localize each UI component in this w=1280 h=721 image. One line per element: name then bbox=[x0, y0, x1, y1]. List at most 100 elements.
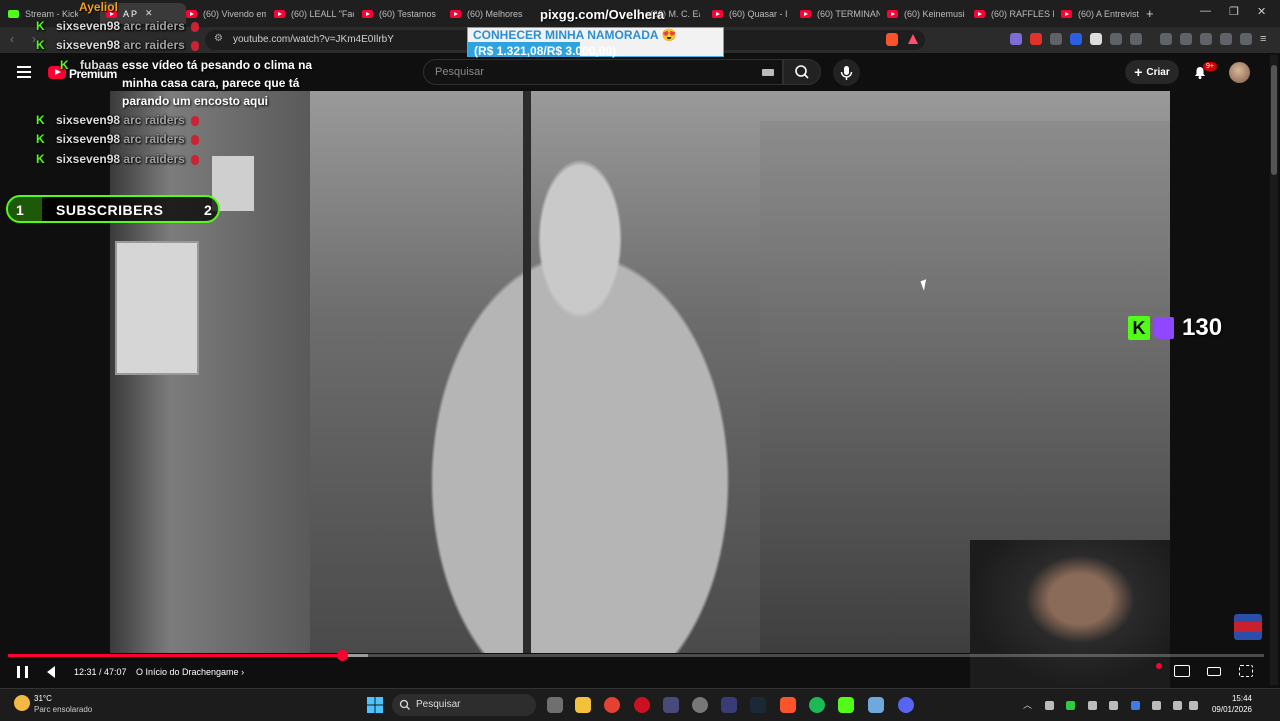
keyboard-icon[interactable] bbox=[762, 69, 774, 76]
search-icon bbox=[795, 65, 809, 79]
media-icon[interactable] bbox=[1160, 33, 1172, 45]
taskbar-search[interactable]: Pesquisar bbox=[392, 694, 536, 716]
chapter-title[interactable]: O Início do Drachengame › bbox=[136, 667, 244, 677]
search-button[interactable] bbox=[783, 59, 821, 85]
tray-icon[interactable] bbox=[1066, 701, 1075, 710]
youtube-icon bbox=[1061, 9, 1072, 18]
volume-tray-icon[interactable] bbox=[1189, 701, 1198, 710]
url-text[interactable]: youtube.com/watch?v=JKm4E0IlrbY bbox=[233, 34, 394, 45]
extension-icon[interactable] bbox=[1130, 33, 1142, 45]
video-progress-bar[interactable] bbox=[8, 650, 1264, 661]
tab-label: (60) Vivendo em bbox=[203, 8, 266, 19]
hamburger-menu-icon[interactable] bbox=[17, 66, 31, 78]
badge-icon bbox=[190, 134, 199, 145]
extensions-puzzle-icon[interactable] bbox=[1110, 33, 1122, 45]
spotify-icon[interactable] bbox=[809, 697, 825, 713]
taskbar-time[interactable]: 15:44 bbox=[1210, 694, 1252, 703]
extension-icon[interactable] bbox=[1050, 33, 1062, 45]
taskbar-date[interactable]: 09/01/2026 bbox=[1200, 705, 1252, 714]
browser-tab[interactable]: (60) Keinemusi bbox=[887, 3, 967, 24]
progress-played bbox=[8, 654, 343, 657]
tab-label: (60) Testamos bbox=[379, 8, 436, 19]
back-icon[interactable]: ‹ bbox=[10, 32, 14, 46]
fullscreen-icon[interactable] bbox=[1239, 665, 1253, 677]
steam-icon[interactable] bbox=[750, 697, 766, 713]
progress-scrubber[interactable] bbox=[337, 650, 349, 661]
scrollbar-thumb[interactable] bbox=[1271, 65, 1277, 175]
volume-icon[interactable] bbox=[47, 666, 55, 678]
extension-icon[interactable] bbox=[1030, 33, 1042, 45]
app-icon[interactable] bbox=[692, 697, 708, 713]
youtube-icon bbox=[712, 9, 723, 18]
microphone-tray-icon[interactable] bbox=[1152, 701, 1161, 710]
close-tab-icon[interactable]: ✕ bbox=[145, 8, 153, 19]
search-input[interactable]: Pesquisar bbox=[423, 59, 783, 85]
youtube-icon bbox=[362, 9, 373, 18]
chat-message: arc raiders bbox=[123, 152, 185, 166]
opera-icon[interactable] bbox=[634, 697, 650, 713]
close-window-icon[interactable]: ✕ bbox=[1257, 5, 1266, 18]
tray-icon[interactable] bbox=[1109, 701, 1118, 710]
tray-chevron-icon[interactable]: ︿ bbox=[1023, 698, 1032, 710]
browser-tab[interactable]: (60) TERMINAN bbox=[800, 3, 880, 24]
windows-start-icon[interactable] bbox=[367, 697, 383, 713]
chat-user: sixseven98 bbox=[56, 19, 121, 33]
network-icon[interactable] bbox=[1173, 701, 1182, 710]
extension-icon[interactable] bbox=[1090, 33, 1102, 45]
extension-icon[interactable] bbox=[1010, 33, 1022, 45]
wallet-icon[interactable] bbox=[1200, 33, 1212, 45]
pix-donation-label: pixgg.com/Ovelhera bbox=[540, 7, 665, 22]
site-info-icon[interactable]: ⚙ bbox=[214, 33, 223, 44]
brave-rewards-icon[interactable] bbox=[908, 34, 918, 44]
minimize-icon[interactable]: — bbox=[1200, 5, 1211, 17]
vpn-icon[interactable] bbox=[1240, 33, 1252, 45]
browser-tab[interactable]: (60) A Entrevist bbox=[1061, 3, 1141, 24]
discord-icon[interactable] bbox=[898, 697, 914, 713]
sidebar-icon[interactable] bbox=[1180, 33, 1192, 45]
file-explorer-icon[interactable] bbox=[575, 697, 591, 713]
leo-ai-icon[interactable] bbox=[1220, 33, 1232, 45]
browser-tab[interactable]: (60) Melhores bbox=[450, 3, 530, 24]
task-view-icon[interactable] bbox=[547, 697, 563, 713]
browser-tab[interactable]: (60) LEALL "Faç bbox=[274, 3, 354, 24]
tray-icon[interactable] bbox=[1045, 701, 1054, 710]
theater-mode-icon[interactable] bbox=[1207, 667, 1221, 676]
youtube-icon bbox=[974, 9, 985, 18]
weather-condition[interactable]: Parc ensolarado bbox=[34, 705, 92, 714]
menu-icon[interactable]: ≡ bbox=[1260, 33, 1272, 45]
chrome-icon[interactable] bbox=[604, 697, 620, 713]
tab-label: (60) TERMINAN bbox=[817, 8, 880, 19]
kick-icon: K bbox=[36, 38, 45, 52]
app-icon[interactable] bbox=[721, 697, 737, 713]
tab-label: (60) RAFFLES D bbox=[991, 8, 1054, 19]
browser-tab[interactable]: (60) Quasar - I bbox=[712, 3, 792, 24]
avatar[interactable] bbox=[1229, 62, 1250, 83]
bluetooth-icon[interactable] bbox=[1131, 701, 1140, 710]
maximize-icon[interactable]: ❐ bbox=[1229, 5, 1239, 18]
browser-tab[interactable]: (60) RAFFLES D bbox=[974, 3, 1054, 24]
search-icon bbox=[399, 699, 410, 710]
subscribers-label: SUBSCRIBERS bbox=[56, 202, 164, 218]
notepad-icon[interactable] bbox=[868, 697, 884, 713]
page-scrollbar[interactable] bbox=[1270, 55, 1278, 685]
browser-tab[interactable]: (60) Testamos bbox=[362, 3, 442, 24]
badge-icon bbox=[190, 21, 199, 32]
app-icon[interactable] bbox=[663, 697, 679, 713]
taskbar-search-label: Pesquisar bbox=[416, 699, 461, 710]
pause-button[interactable] bbox=[17, 666, 28, 678]
voice-search-button[interactable] bbox=[833, 59, 860, 86]
weather-sun-icon[interactable] bbox=[14, 695, 30, 711]
chat-line: Ksixseven98 arc raiders bbox=[36, 132, 199, 146]
temperature[interactable]: 31°C bbox=[34, 694, 52, 703]
viewer-count: 130 bbox=[1182, 314, 1223, 341]
kick-app-icon[interactable] bbox=[838, 697, 854, 713]
streamer-webcam bbox=[970, 540, 1170, 688]
miniplayer-icon[interactable] bbox=[1174, 665, 1190, 677]
create-button[interactable]: + Criar bbox=[1125, 60, 1179, 84]
tray-icon[interactable] bbox=[1088, 701, 1097, 710]
extension-icon[interactable] bbox=[1070, 33, 1082, 45]
brave-shield-icon[interactable] bbox=[886, 33, 898, 46]
new-tab-button[interactable]: + bbox=[1146, 3, 1160, 24]
video-scene-sign bbox=[115, 241, 199, 375]
brave-icon[interactable] bbox=[780, 697, 796, 713]
